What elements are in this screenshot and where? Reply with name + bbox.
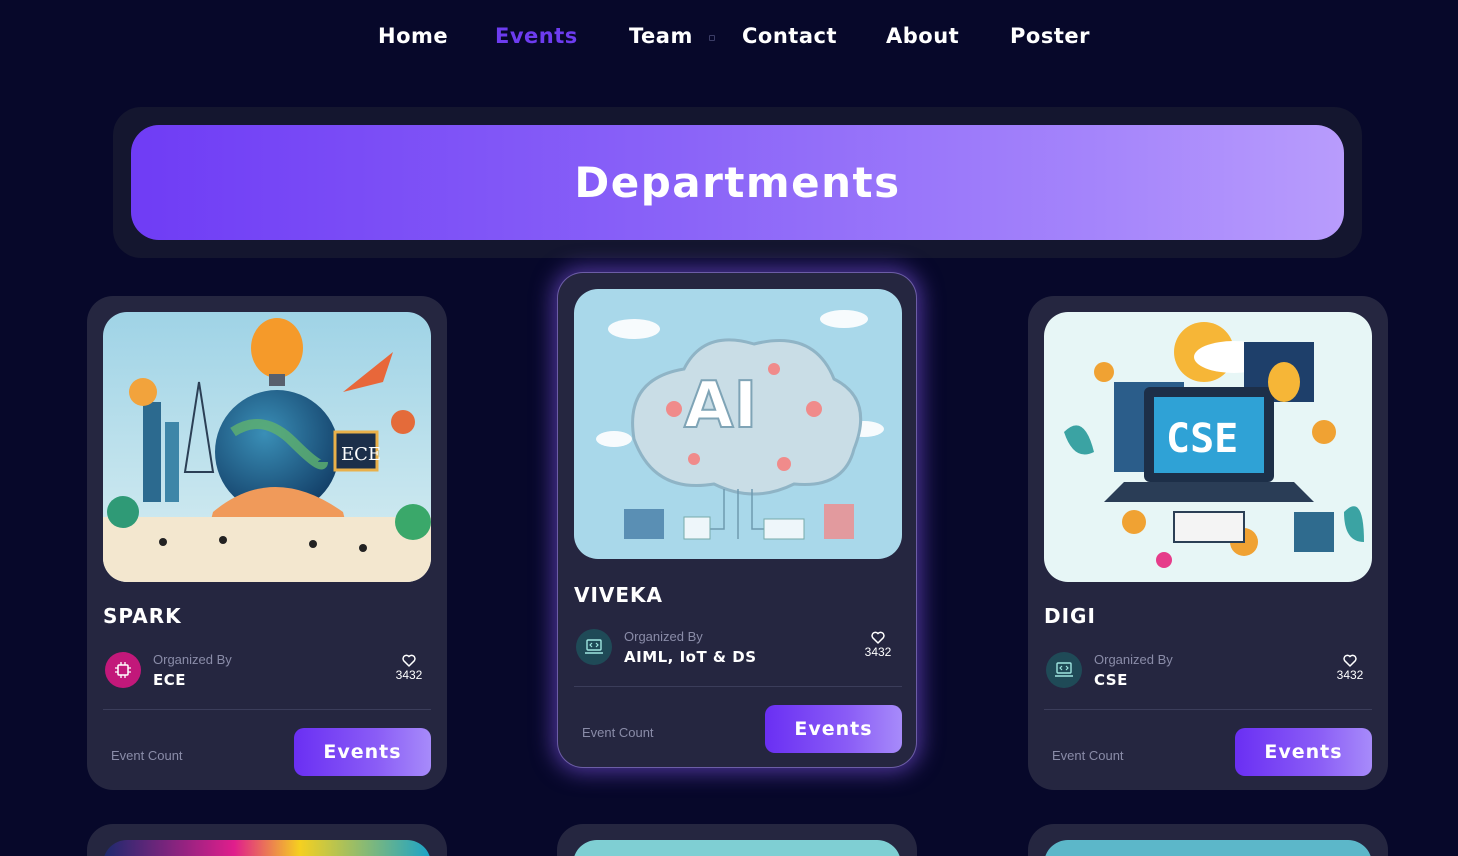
events-button[interactable]: Events	[1235, 728, 1372, 776]
card-title: DIGI	[1044, 604, 1096, 628]
svg-text:ECE: ECE	[341, 444, 381, 465]
svg-text:CSE: CSE	[1166, 416, 1238, 462]
card-image: CSE	[1044, 312, 1372, 582]
organizer-name: AIML, IoT & DS	[624, 648, 757, 666]
organized-by-label: Organized By	[624, 629, 703, 644]
event-count-label: Event Count	[582, 725, 654, 740]
organizer-name: ECE	[153, 671, 187, 689]
like-count: 3432	[864, 645, 892, 659]
svg-text:AI: AI	[684, 369, 757, 443]
nav-home[interactable]: Home	[378, 24, 448, 48]
events-button[interactable]: Events	[294, 728, 431, 776]
top-nav: Home Events Team Contact About Poster	[0, 24, 1458, 54]
like-counter[interactable]: 3432	[856, 631, 900, 659]
card-image: ECE	[103, 312, 431, 582]
department-card-partial	[1028, 824, 1388, 856]
like-count: 3432	[395, 668, 423, 682]
departments-banner-wrapper: Departments	[113, 107, 1362, 258]
organizer-name: CSE	[1094, 671, 1128, 689]
event-count-label: Event Count	[111, 748, 183, 763]
like-counter[interactable]: 3432	[1328, 654, 1372, 682]
card-image: AI	[574, 289, 902, 559]
card-title: VIVEKA	[574, 583, 664, 607]
departments-banner: Departments	[131, 125, 1344, 240]
card-image	[573, 840, 901, 856]
like-counter[interactable]: 3432	[387, 654, 431, 682]
department-card-partial	[557, 824, 917, 856]
nav-events[interactable]: Events	[495, 24, 578, 48]
code-laptop-icon	[1046, 652, 1082, 688]
divider	[103, 709, 431, 710]
ai-illustration-icon: AI	[574, 289, 902, 559]
nav-separator-icon	[709, 35, 715, 41]
nav-contact[interactable]: Contact	[742, 24, 837, 48]
nav-about[interactable]: About	[886, 24, 959, 48]
code-laptop-icon	[576, 629, 612, 665]
circuit-chip-icon	[105, 652, 141, 688]
divider	[1044, 709, 1372, 710]
cse-illustration-icon: CSE	[1044, 312, 1372, 582]
card-image	[1044, 840, 1372, 856]
page-title: Departments	[574, 158, 901, 207]
nav-team[interactable]: Team	[629, 24, 693, 48]
heart-icon[interactable]	[1343, 654, 1357, 667]
like-count: 3432	[1336, 668, 1364, 682]
organized-by-label: Organized By	[153, 652, 232, 667]
ece-illustration-icon: ECE	[103, 312, 431, 582]
organized-by-label: Organized By	[1094, 652, 1173, 667]
event-count-label: Event Count	[1052, 748, 1124, 763]
heart-icon[interactable]	[402, 654, 416, 667]
divider	[574, 686, 902, 687]
department-card-partial	[87, 824, 447, 856]
department-card-digi: CSE DIGI Organized By CSE 3432 Event Cou…	[1028, 296, 1388, 790]
events-button[interactable]: Events	[765, 705, 902, 753]
department-card-spark: ECE SPARK Organized By ECE 3432 Event Co…	[87, 296, 447, 790]
card-image	[103, 840, 431, 856]
nav-poster[interactable]: Poster	[1010, 24, 1090, 48]
card-title: SPARK	[103, 604, 182, 628]
heart-icon[interactable]	[871, 631, 885, 644]
department-card-viveka: AI VIVEKA Organized By AIML, IoT & DS 34…	[557, 272, 917, 768]
